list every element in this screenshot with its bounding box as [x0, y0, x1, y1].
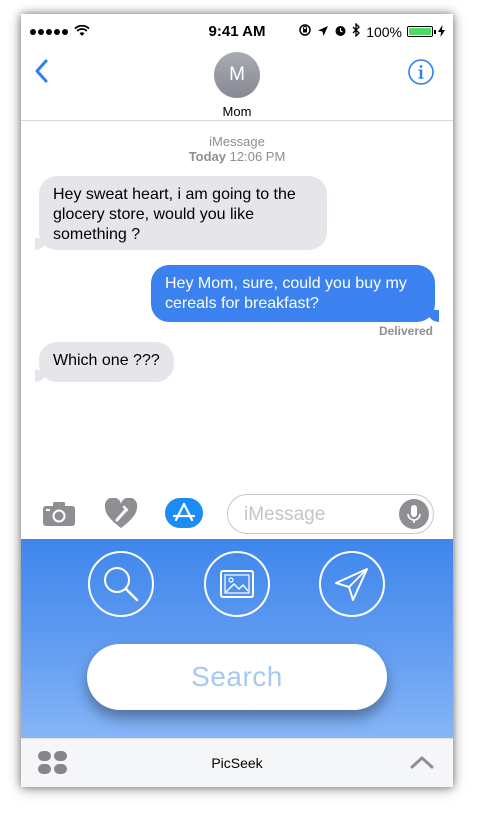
service-label: iMessage: [209, 134, 265, 149]
battery-percent: 100%: [366, 23, 402, 40]
imessage-field[interactable]: [227, 494, 434, 534]
phone-screen: 9:41 AM 100% M Mom iMessage Today 12:06 …: [21, 14, 453, 787]
info-button[interactable]: [407, 58, 435, 91]
info-icon: [407, 59, 435, 90]
picseek-panel: Search: [21, 539, 453, 738]
chevron-left-icon: [33, 59, 51, 90]
microphone-button[interactable]: [399, 499, 429, 529]
chevron-up-icon[interactable]: [409, 754, 435, 775]
message-bubble-incoming[interactable]: Hey sweat heart, i am going to the gloce…: [39, 176, 327, 250]
contact-name[interactable]: Mom: [21, 104, 453, 119]
search-mode-button[interactable]: [88, 551, 154, 617]
camera-icon[interactable]: [42, 501, 76, 532]
message-input-bar: [21, 491, 453, 539]
bluetooth-icon: [352, 22, 361, 40]
conversation-header: M Mom: [21, 50, 453, 121]
charging-icon: [438, 24, 445, 40]
search-button[interactable]: Search: [87, 644, 387, 710]
message-text: Hey Mom, sure, could you buy my: [165, 275, 407, 292]
message-text: something ?: [53, 226, 141, 243]
image-mode-button[interactable]: [204, 551, 270, 617]
delivered-status: Delivered: [378, 324, 433, 338]
status-bar: 9:41 AM 100%: [21, 14, 453, 50]
location-icon: [317, 24, 329, 40]
rotation-lock-icon: [298, 23, 312, 40]
image-icon: [206, 570, 268, 619]
message-bubble-outgoing[interactable]: Hey Mom, sure, could you buy my cereals …: [151, 265, 435, 322]
message-text: cereals for breakfast?: [165, 295, 319, 312]
digital-touch-heart-icon[interactable]: [103, 497, 139, 535]
app-store-icon: [165, 502, 203, 532]
time-label: 12:06 PM: [229, 149, 286, 164]
message-text: glocery store, would you like: [53, 206, 254, 223]
microphone-icon: [399, 505, 429, 533]
back-button[interactable]: [33, 56, 51, 91]
app-store-button[interactable]: [165, 498, 203, 528]
battery-icon: [407, 26, 436, 37]
message-text: Which one ???: [53, 352, 160, 369]
message-text: Hey sweat heart, i am going to the: [53, 186, 296, 203]
avatar[interactable]: M: [214, 52, 260, 98]
date-label: Today: [188, 149, 227, 164]
message-bubble-incoming[interactable]: Which one ???: [39, 342, 174, 382]
alarm-icon: [334, 24, 347, 40]
search-icon: [90, 567, 152, 619]
send-mode-button[interactable]: [319, 551, 385, 617]
app-name: PicSeek: [211, 755, 263, 771]
thread-timestamp: iMessage Today 12:06 PM: [21, 134, 453, 164]
imessage-input[interactable]: [242, 503, 396, 527]
app-bottom-bar: PicSeek: [21, 738, 453, 787]
send-icon: [321, 568, 383, 619]
